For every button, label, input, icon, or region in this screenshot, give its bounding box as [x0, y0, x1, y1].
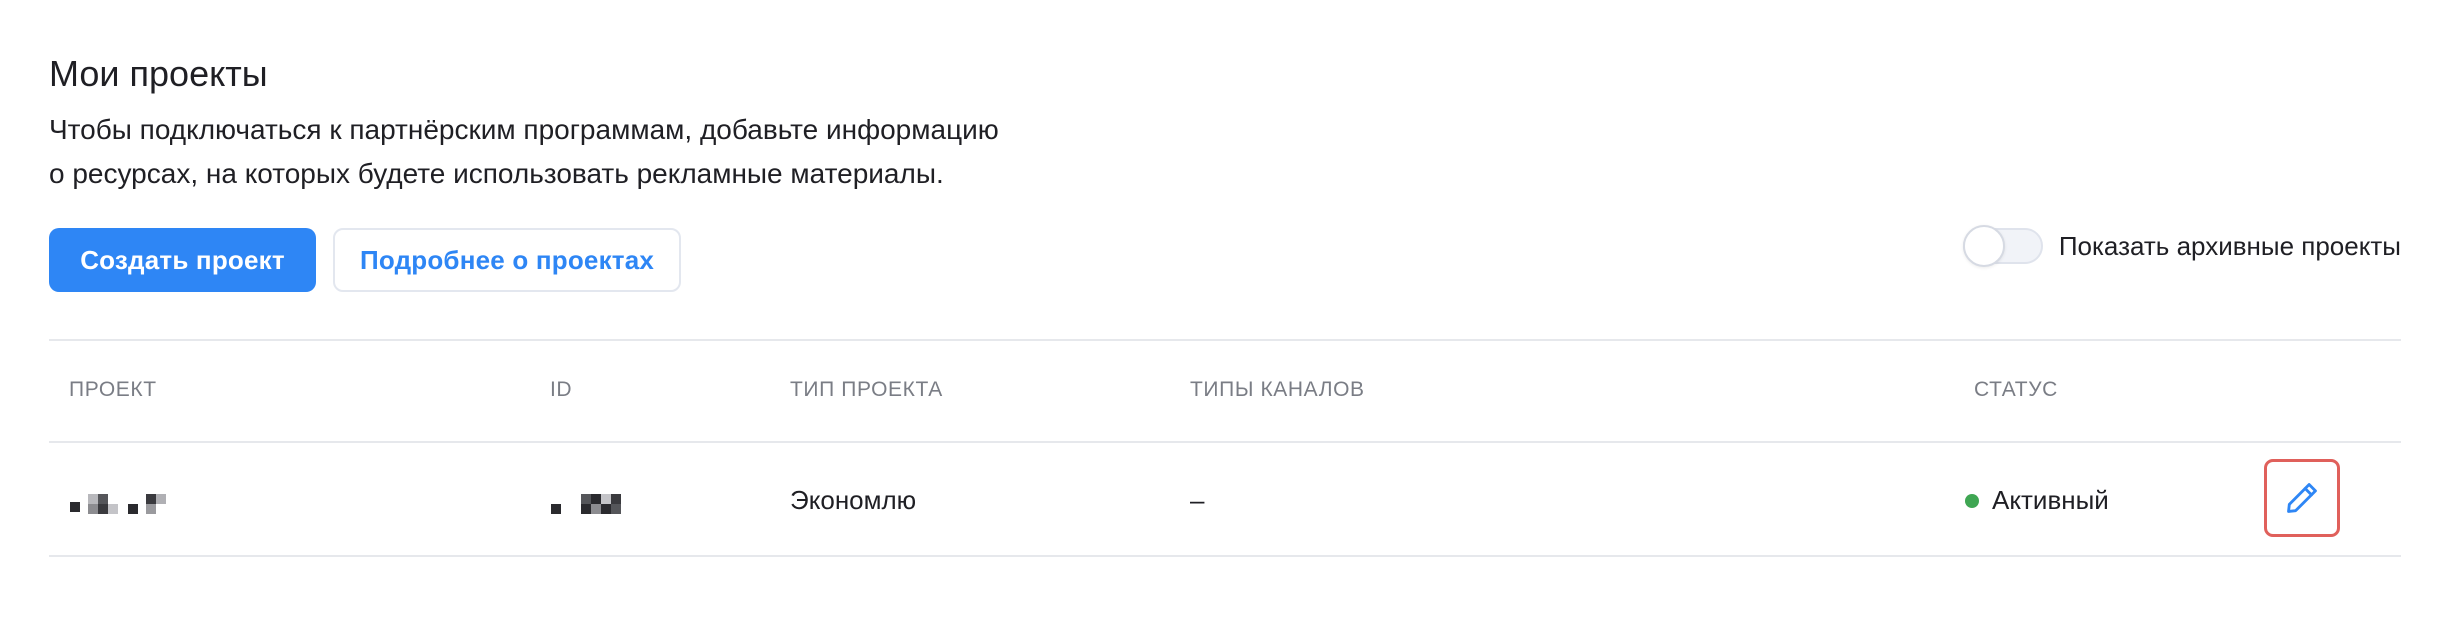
description-line-2: о ресурсах, на которых будете использова…: [49, 158, 944, 189]
status-badge: Активный: [1992, 485, 2109, 515]
column-header-channel-types: ТИПЫ КАНАЛОВ: [1190, 378, 1365, 401]
header-row-divider: [49, 441, 2401, 443]
edit-project-button[interactable]: [2264, 459, 2340, 537]
table-bottom-divider: [49, 555, 2401, 557]
description-line-1: Чтобы подключаться к партнёрским програм…: [49, 114, 999, 145]
learn-more-button[interactable]: Подробнее о проектах: [333, 228, 681, 292]
project-type-cell: Экономлю: [790, 485, 917, 515]
archive-toggle-label: Показать архивные проекты: [2058, 230, 2401, 261]
project-name-redacted: [70, 494, 174, 514]
page-title: Мои проекты: [49, 53, 268, 94]
create-project-button[interactable]: Создать проект: [49, 228, 316, 292]
archive-toggle-control[interactable]: Показать архивные проекты: [1962, 224, 2401, 268]
archive-toggle[interactable]: [1962, 225, 2043, 267]
channel-types-cell: –: [1190, 485, 1205, 515]
projects-page: Мои проекты Чтобы подключаться к партнёр…: [0, 0, 2450, 630]
column-header-status: СТАТУС: [1974, 378, 2058, 401]
pencil-icon: [2287, 483, 2317, 513]
table-top-divider: [49, 339, 2401, 341]
column-header-project-type: ТИП ПРОЕКТА: [790, 378, 943, 401]
column-header-id: ID: [550, 378, 573, 401]
project-id-redacted: [551, 494, 635, 514]
toggle-knob: [1962, 225, 2005, 267]
page-description: Чтобы подключаться к партнёрским програм…: [49, 108, 1249, 196]
status-active-dot: [1965, 494, 1979, 508]
column-header-project: ПРОЕКТ: [69, 378, 157, 401]
